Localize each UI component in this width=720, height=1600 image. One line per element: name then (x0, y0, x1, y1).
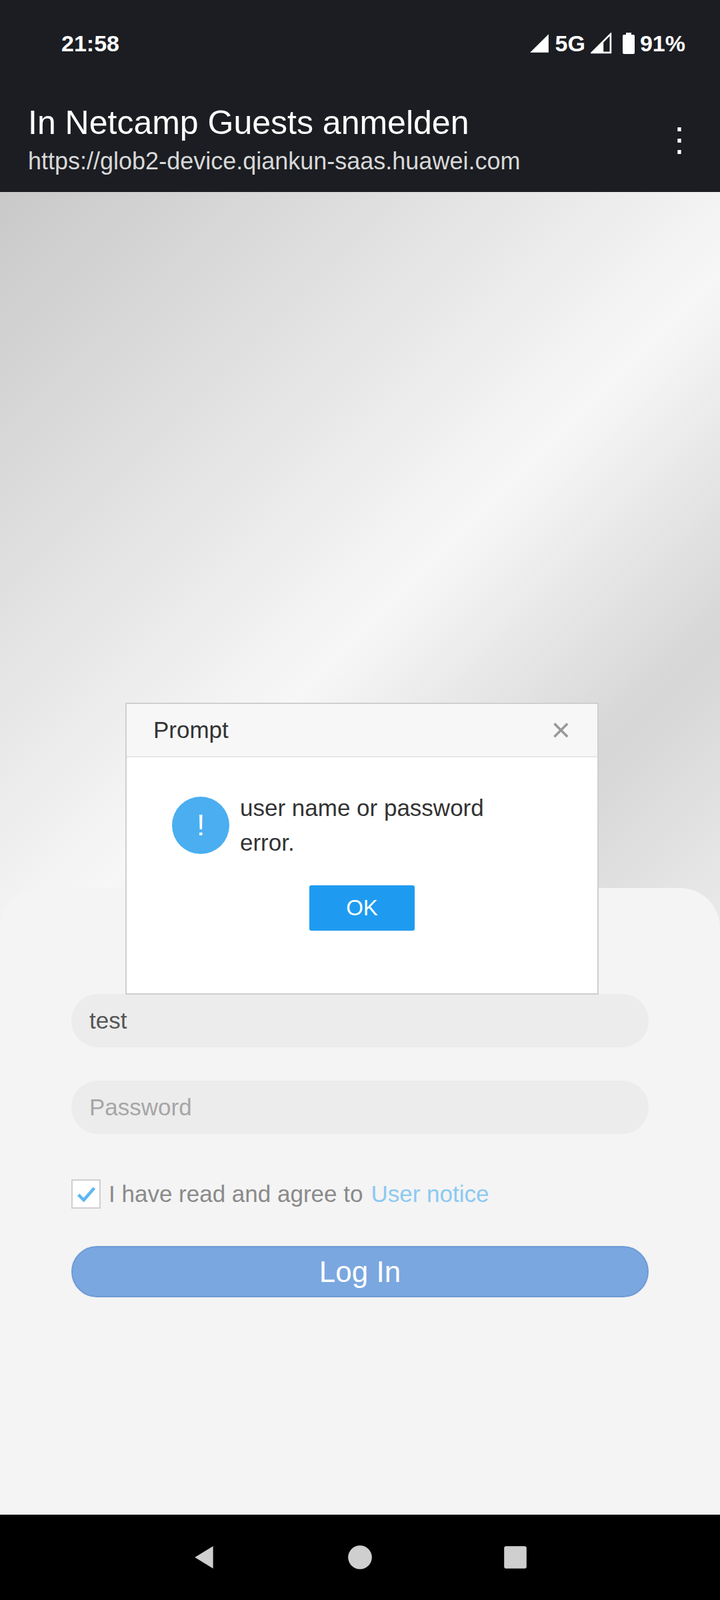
browser-header: In Netcamp Guests anmelden https://glob2-… (0, 86, 720, 192)
agree-row: I have read and agree toUser notice (71, 1179, 649, 1209)
page-title: In Netcamp Guests anmelden (28, 103, 658, 142)
agree-text: I have read and agree to (108, 1180, 363, 1208)
signal-icon (528, 32, 550, 54)
login-button[interactable]: Log In (71, 1246, 649, 1298)
battery-icon (622, 32, 635, 54)
network-label: 5G (555, 30, 586, 57)
home-icon[interactable] (346, 1543, 374, 1572)
dialog-header: Prompt × (126, 704, 598, 758)
status-icons: 5G 91% (528, 30, 686, 57)
signal-2-icon (590, 32, 612, 54)
status-time: 21:58 (61, 30, 120, 57)
check-icon (74, 1182, 98, 1206)
page-url: https://glob2-device.qiankun-saas.huawei… (28, 147, 658, 176)
info-icon: ! (172, 796, 230, 854)
menu-button[interactable]: ⋮ (657, 120, 702, 159)
nav-bar (0, 1514, 720, 1600)
dialog-title: Prompt (153, 716, 229, 744)
username-field[interactable]: test (71, 994, 649, 1048)
recents-icon[interactable] (501, 1543, 530, 1572)
password-field[interactable]: Password (71, 1080, 649, 1134)
battery-level: 91% (640, 30, 686, 57)
ok-button[interactable]: OK (309, 885, 415, 931)
error-dialog: Prompt×!user name or password error.OK (125, 702, 599, 995)
user-notice-link[interactable]: User notice (370, 1180, 489, 1208)
agree-checkbox[interactable] (71, 1179, 101, 1209)
back-icon[interactable] (190, 1543, 219, 1572)
header-text: In Netcamp Guests anmelden https://glob2-… (28, 103, 658, 176)
dialog-message: user name or password error. (240, 790, 534, 860)
screen: 21:58 5G 91% In Netcamp Guests anmelden http… (0, 0, 720, 1600)
status-bar: 21:58 5G 91% (0, 0, 720, 87)
dialog-body: !user name or password error. (126, 757, 598, 874)
close-button[interactable]: × (551, 710, 571, 750)
dialog-footer: OK (126, 873, 598, 964)
